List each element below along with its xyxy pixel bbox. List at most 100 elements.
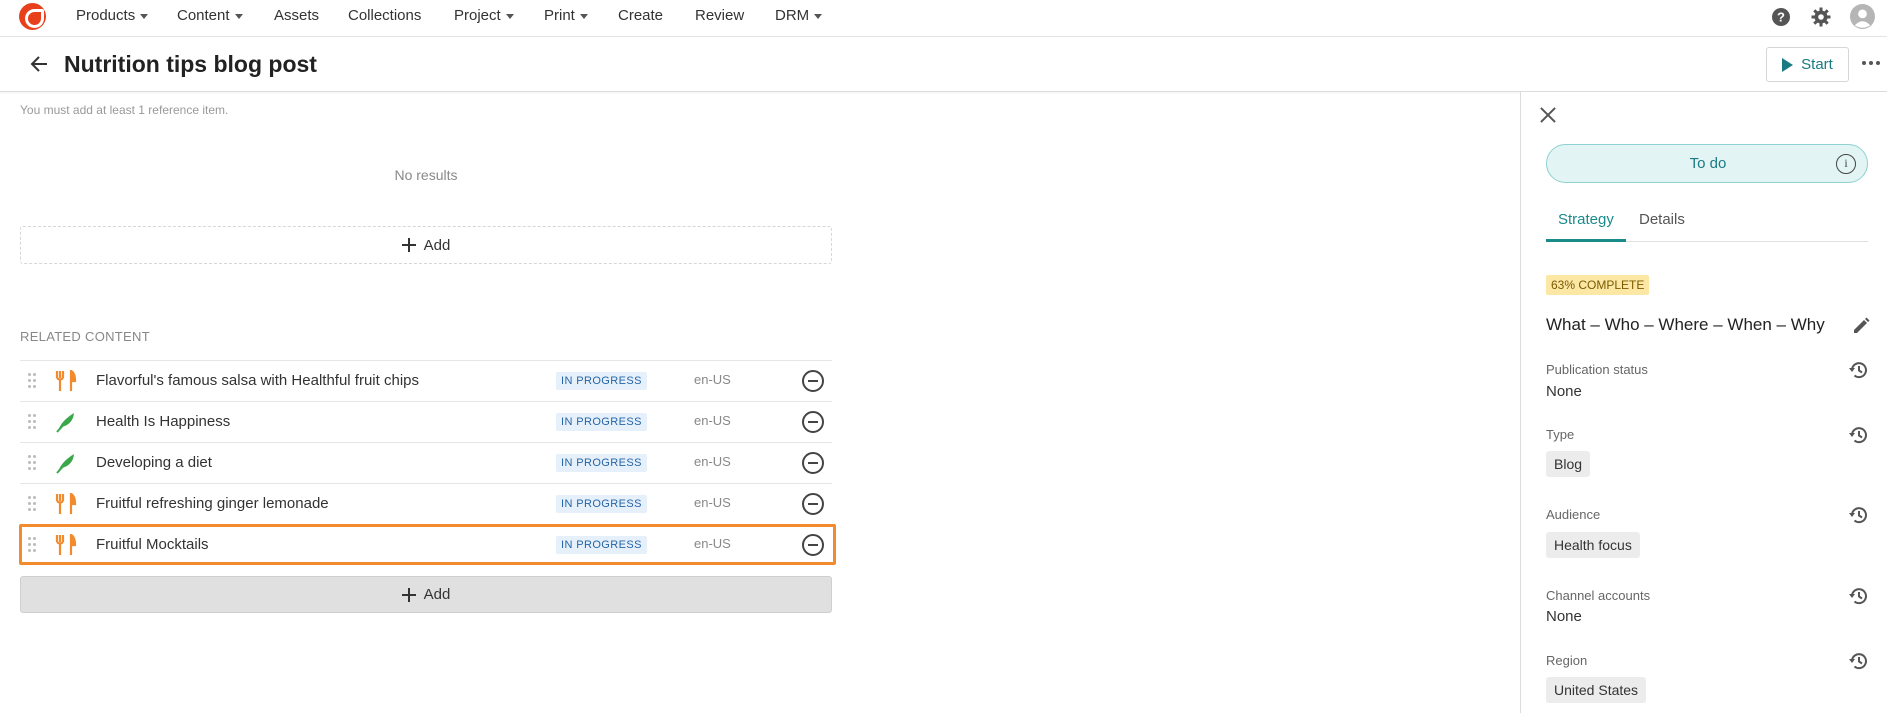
related-content-heading: RELATED CONTENT [20,329,150,344]
back-arrow-icon[interactable] [28,53,50,75]
app-logo-icon[interactable] [19,3,46,30]
drag-handle-icon[interactable] [28,537,36,553]
type-label: Type [1546,427,1575,442]
related-item-title[interactable]: Fruitful refreshing ginger lemonade [96,495,329,512]
status-badge: IN PROGRESS [556,495,647,513]
nav-label: Content [177,7,230,24]
add-related-content-button[interactable]: Add [20,576,832,613]
pencil-icon[interactable] [1851,316,1871,336]
more-options-icon[interactable] [1862,61,1880,65]
drag-handle-icon[interactable] [28,373,36,389]
help-icon[interactable]: ? [1771,7,1791,27]
nav-project[interactable]: Project [454,7,514,24]
related-item-row-selected[interactable]: Fruitful Mocktails IN PROGRESS en-US [19,524,836,565]
no-results-text: No results [394,167,458,183]
type-chip: Blog [1546,451,1591,477]
close-icon[interactable] [1540,107,1556,123]
fork-knife-icon [55,493,77,514]
nav-label: Print [544,7,575,24]
caret-down-icon [140,13,149,19]
feather-icon [56,454,74,474]
locale-label: en-US [694,372,731,387]
start-label: Start [1801,56,1833,73]
history-icon[interactable] [1848,504,1870,526]
history-icon[interactable] [1848,359,1870,381]
publication-status-label: Publication status [1546,362,1648,377]
audience-chip: Health focus [1546,532,1640,558]
related-item-row[interactable]: Developing a diet IN PROGRESS en-US [20,442,832,483]
history-icon[interactable] [1848,650,1870,672]
status-badge: IN PROGRESS [556,536,647,554]
remove-circle-icon[interactable] [802,493,824,515]
status-badge: IN PROGRESS [556,413,647,431]
panel-tabs: Strategy Details [1546,207,1868,242]
strategy-summary: What – Who – Where – When – Why [1546,315,1825,334]
fork-knife-icon [55,370,77,391]
channel-accounts-value: None [1546,608,1582,625]
workflow-state-label: To do [1689,155,1727,172]
status-badge: IN PROGRESS [556,372,647,390]
plus-icon [401,587,416,602]
nav-label: Assets [274,7,320,24]
channel-accounts-label: Channel accounts [1546,588,1651,603]
nav-create[interactable]: Create [618,7,663,24]
nav-review[interactable]: Review [695,7,744,24]
strategy-panel: To do i Strategy Details 63% COMPLETE Wh… [1520,92,1887,713]
related-item-title[interactable]: Developing a diet [96,454,212,471]
nav-collections[interactable]: Collections [348,7,421,24]
page-header: Nutrition tips blog post Start [0,37,1887,92]
nav-drm[interactable]: DRM [775,7,823,24]
related-item-row[interactable]: Health Is Happiness IN PROGRESS en-US [20,401,832,442]
history-icon[interactable] [1848,585,1870,607]
completion-badge: 63% COMPLETE [1546,275,1650,295]
nav-print[interactable]: Print [544,7,588,24]
workflow-state-button[interactable]: To do i [1546,144,1868,183]
tab-strategy[interactable]: Strategy [1558,211,1614,228]
start-button[interactable]: Start [1766,47,1849,82]
remove-circle-icon[interactable] [802,370,824,392]
related-item-title[interactable]: Flavorful's famous salsa with Healthful … [96,372,419,389]
locale-label: en-US [694,413,731,428]
status-badge: IN PROGRESS [556,454,647,472]
drag-handle-icon[interactable] [28,414,36,430]
nav-content[interactable]: Content [177,7,243,24]
remove-circle-icon[interactable] [802,411,824,433]
fork-knife-icon [55,534,77,555]
caret-down-icon [505,13,514,19]
top-navigation: Products Content Assets Collections Proj… [0,0,1887,37]
caret-down-icon [814,13,823,19]
svg-text:?: ? [1777,10,1785,25]
user-avatar-icon[interactable] [1850,4,1875,29]
region-label: Region [1546,653,1588,668]
audience-label: Audience [1546,507,1601,522]
feather-icon [56,413,74,433]
nav-label: Project [454,7,501,24]
gear-icon[interactable] [1811,7,1831,27]
history-icon[interactable] [1848,424,1870,446]
nav-label: Review [695,7,745,24]
locale-label: en-US [694,495,731,510]
related-item-title[interactable]: Health Is Happiness [96,413,230,430]
remove-circle-icon[interactable] [802,534,824,556]
drag-handle-icon[interactable] [28,455,36,471]
plus-icon [401,238,416,252]
reference-hint: You must add at least 1 reference item. [20,103,229,117]
drag-handle-icon[interactable] [28,496,36,512]
related-item-title[interactable]: Fruitful Mocktails [96,536,209,553]
related-item-row[interactable]: Flavorful's famous salsa with Healthful … [20,360,832,401]
info-icon[interactable]: i [1836,154,1856,174]
tab-details[interactable]: Details [1639,211,1685,228]
nav-products[interactable]: Products [76,7,149,24]
related-item-row[interactable]: Fruitful refreshing ginger lemonade IN P… [20,483,832,524]
add-label: Add [423,586,451,603]
nav-label: Collections [348,7,422,24]
remove-circle-icon[interactable] [802,452,824,474]
caret-down-icon [579,13,588,19]
add-reference-button[interactable]: Add [20,226,832,264]
nav-label: DRM [775,7,810,24]
locale-label: en-US [694,536,731,551]
nav-assets[interactable]: Assets [274,7,319,24]
play-icon [1782,57,1794,72]
active-tab-indicator [1546,239,1626,242]
nav-label: Products [76,7,136,24]
